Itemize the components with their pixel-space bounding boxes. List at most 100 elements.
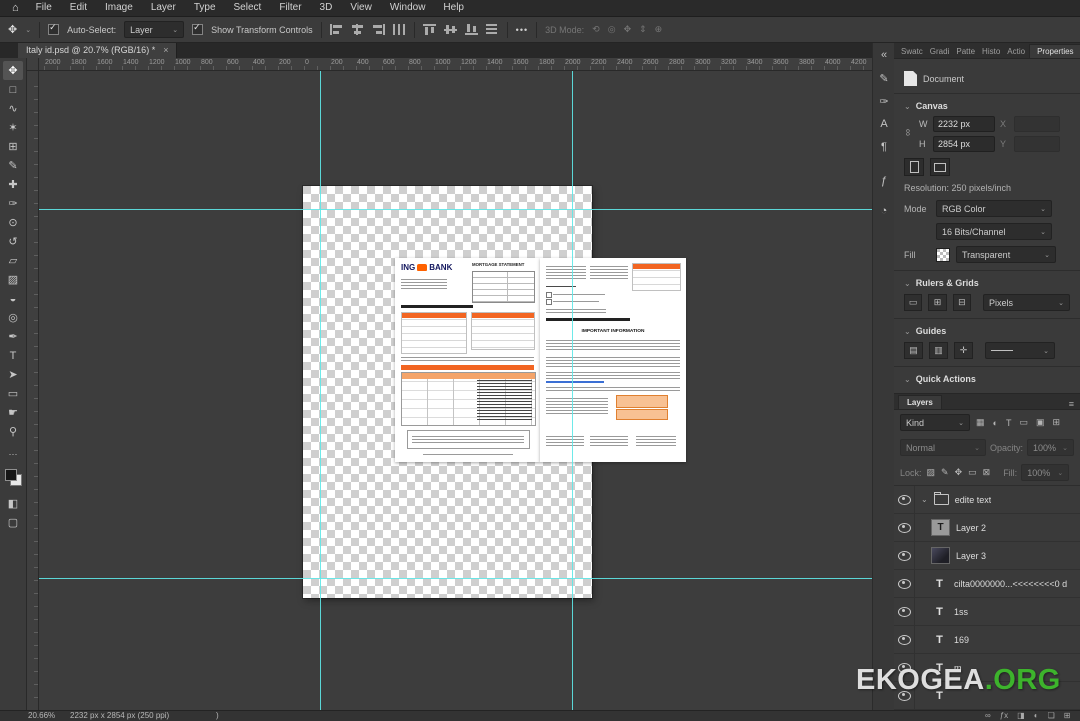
- filter-pixel-layers-icon[interactable]: ▦: [974, 417, 987, 428]
- quick-actions-section-header[interactable]: ⌄ Quick Actions: [904, 374, 1070, 384]
- brush-tool[interactable]: ✑: [3, 194, 23, 213]
- tab-actio[interactable]: Actio: [1004, 45, 1028, 58]
- filter-type-layers-icon[interactable]: T: [1004, 418, 1014, 428]
- opacity-dropdown[interactable]: 100% ⌄: [1026, 439, 1074, 456]
- filter-adjustment-layers-icon[interactable]: ◐: [991, 418, 1000, 428]
- blend-mode-dropdown[interactable]: Normal ⌄: [900, 439, 986, 456]
- show-transform-checkbox[interactable]: [192, 22, 204, 35]
- portrait-orientation-button[interactable]: [904, 158, 924, 176]
- 3d-rotate-icon[interactable]: ⟲: [592, 24, 600, 35]
- menu-window[interactable]: Window: [381, 0, 435, 16]
- tool-preset-chevron-icon[interactable]: ⌄: [25, 26, 31, 34]
- bit-depth-dropdown[interactable]: 16 Bits/Channel ⌄: [936, 223, 1052, 240]
- layer-filter-dropdown[interactable]: Kind ⌄: [900, 414, 970, 431]
- canvas-area[interactable]: ING BANK MORTGAGE STATEMENT IMPORTANT IN…: [38, 70, 872, 710]
- tab-gradi[interactable]: Gradi: [927, 45, 953, 58]
- document-tab[interactable]: Italy id.psd @ 20.7% (RGB/16) * ×: [18, 42, 178, 58]
- align-top-icon[interactable]: [422, 24, 436, 35]
- healing-tool[interactable]: ✚: [3, 175, 23, 194]
- filter-smart-objects-icon[interactable]: ▣: [1034, 417, 1047, 428]
- clone-stamp-tool[interactable]: ⊙: [3, 213, 23, 232]
- auto-select-checkbox[interactable]: [48, 22, 60, 35]
- shape-tool[interactable]: ▭: [3, 384, 23, 403]
- menu-type[interactable]: Type: [185, 0, 225, 16]
- adjustments-panel-icon[interactable]: ◔: [875, 201, 893, 221]
- hand-tool[interactable]: ☛: [3, 403, 23, 422]
- menu-layer[interactable]: Layer: [142, 0, 185, 16]
- history-brush-tool[interactable]: ↺: [3, 232, 23, 251]
- move-tool[interactable]: ✥: [3, 61, 23, 80]
- color-swatches[interactable]: [4, 469, 22, 486]
- align-middle-icon[interactable]: [443, 24, 457, 35]
- fill-dropdown[interactable]: Transparent ⌄: [956, 246, 1056, 263]
- layer-visibility-toggle[interactable]: [894, 598, 915, 625]
- clear-guides-icon[interactable]: ✛: [954, 342, 973, 359]
- x-field[interactable]: [1014, 116, 1060, 132]
- align-center-icon[interactable]: [350, 24, 364, 35]
- history-panel-icon[interactable]: ✎: [875, 68, 893, 88]
- foreground-color-swatch[interactable]: [4, 469, 17, 481]
- blur-tool[interactable]: ◒: [3, 289, 23, 308]
- align-left-icon[interactable]: [329, 24, 343, 35]
- guide-style-dropdown[interactable]: ⌄: [985, 342, 1055, 359]
- layer-visibility-toggle[interactable]: [894, 514, 915, 541]
- menu-edit[interactable]: Edit: [61, 0, 96, 16]
- glyphs-panel-icon[interactable]: ƒ: [875, 171, 893, 191]
- units-dropdown[interactable]: Pixels ⌄: [983, 294, 1071, 311]
- dodge-tool[interactable]: ◎: [3, 308, 23, 327]
- quick-mask-icon[interactable]: ◧: [3, 494, 23, 513]
- layer-visibility-toggle[interactable]: [894, 542, 915, 569]
- layer-row[interactable]: T 1ss: [894, 598, 1080, 626]
- lock-artboard-icon[interactable]: ▭: [967, 467, 978, 478]
- layers-panel-menu-icon[interactable]: ≡: [1063, 399, 1080, 409]
- width-field[interactable]: 2232 px: [933, 116, 995, 132]
- marquee-tool[interactable]: □: [3, 80, 23, 99]
- toggle-snap-icon[interactable]: ⊟: [952, 294, 972, 311]
- tab-patte[interactable]: Patte: [953, 45, 978, 58]
- eraser-tool[interactable]: ▱: [3, 251, 23, 270]
- layer-row[interactable]: Tcilta0000000...<<<<<<<<0 d: [894, 570, 1080, 598]
- 3d-slide-icon[interactable]: ⇕: [639, 24, 647, 35]
- more-options-icon[interactable]: •••: [516, 25, 528, 35]
- layer-row[interactable]: T Layer 2: [894, 514, 1080, 542]
- color-mode-dropdown[interactable]: RGB Color ⌄: [936, 200, 1052, 217]
- menu-select[interactable]: Select: [225, 0, 271, 16]
- character-panel-icon[interactable]: A: [875, 114, 893, 134]
- landscape-orientation-button[interactable]: [930, 158, 950, 176]
- align-bottom-icon[interactable]: [464, 24, 478, 35]
- gradient-tool[interactable]: ▨: [3, 270, 23, 289]
- layer-row[interactable]: Layer 3: [894, 542, 1080, 570]
- filter-toggle-icon[interactable]: ⊞: [1050, 417, 1062, 428]
- eyedropper-tool[interactable]: ✎: [3, 156, 23, 175]
- filter-shape-layers-icon[interactable]: ▭: [1017, 417, 1030, 428]
- layer-row[interactable]: ⌄ edite text: [894, 486, 1080, 514]
- crop-tool[interactable]: ⊞: [3, 137, 23, 156]
- guides-section-header[interactable]: ⌄ Guides: [904, 326, 1070, 336]
- vertical-guide[interactable]: [320, 70, 321, 710]
- lock-guides-icon[interactable]: ▥: [929, 342, 948, 359]
- menu-help[interactable]: Help: [434, 0, 473, 16]
- path-select-tool[interactable]: ➤: [3, 365, 23, 384]
- screen-mode-icon[interactable]: ▢: [3, 513, 23, 532]
- collapse-panels-icon[interactable]: «: [875, 45, 893, 65]
- rulers-grids-section-header[interactable]: ⌄ Rulers & Grids: [904, 278, 1070, 288]
- vertical-guide[interactable]: [572, 70, 573, 710]
- lock-all-icon[interactable]: ⊠: [982, 467, 992, 478]
- menu-filter[interactable]: Filter: [270, 0, 310, 16]
- lock-position-icon[interactable]: ✥: [954, 467, 964, 478]
- 3d-roll-icon[interactable]: ◎: [608, 24, 616, 35]
- canvas-section-header[interactable]: ⌄ Canvas: [904, 101, 1070, 111]
- menu-image[interactable]: Image: [96, 0, 142, 16]
- lock-pixels-icon[interactable]: ✎: [940, 467, 950, 478]
- horizontal-guide[interactable]: [38, 209, 872, 210]
- menu-view[interactable]: View: [341, 0, 381, 16]
- 3d-scale-icon[interactable]: ⊕: [655, 24, 663, 35]
- lock-transparency-icon[interactable]: ▨: [926, 467, 937, 478]
- menu-3d[interactable]: 3D: [311, 0, 342, 16]
- toggle-grid-icon[interactable]: ⊞: [928, 294, 947, 311]
- menu-file[interactable]: File: [27, 0, 61, 16]
- group-expand-icon[interactable]: ⌄: [921, 495, 928, 504]
- zoom-tool[interactable]: ⚲: [3, 422, 23, 441]
- link-dimensions-icon[interactable]: ∞: [902, 129, 913, 136]
- brush-settings-panel-icon[interactable]: ✑: [875, 91, 893, 111]
